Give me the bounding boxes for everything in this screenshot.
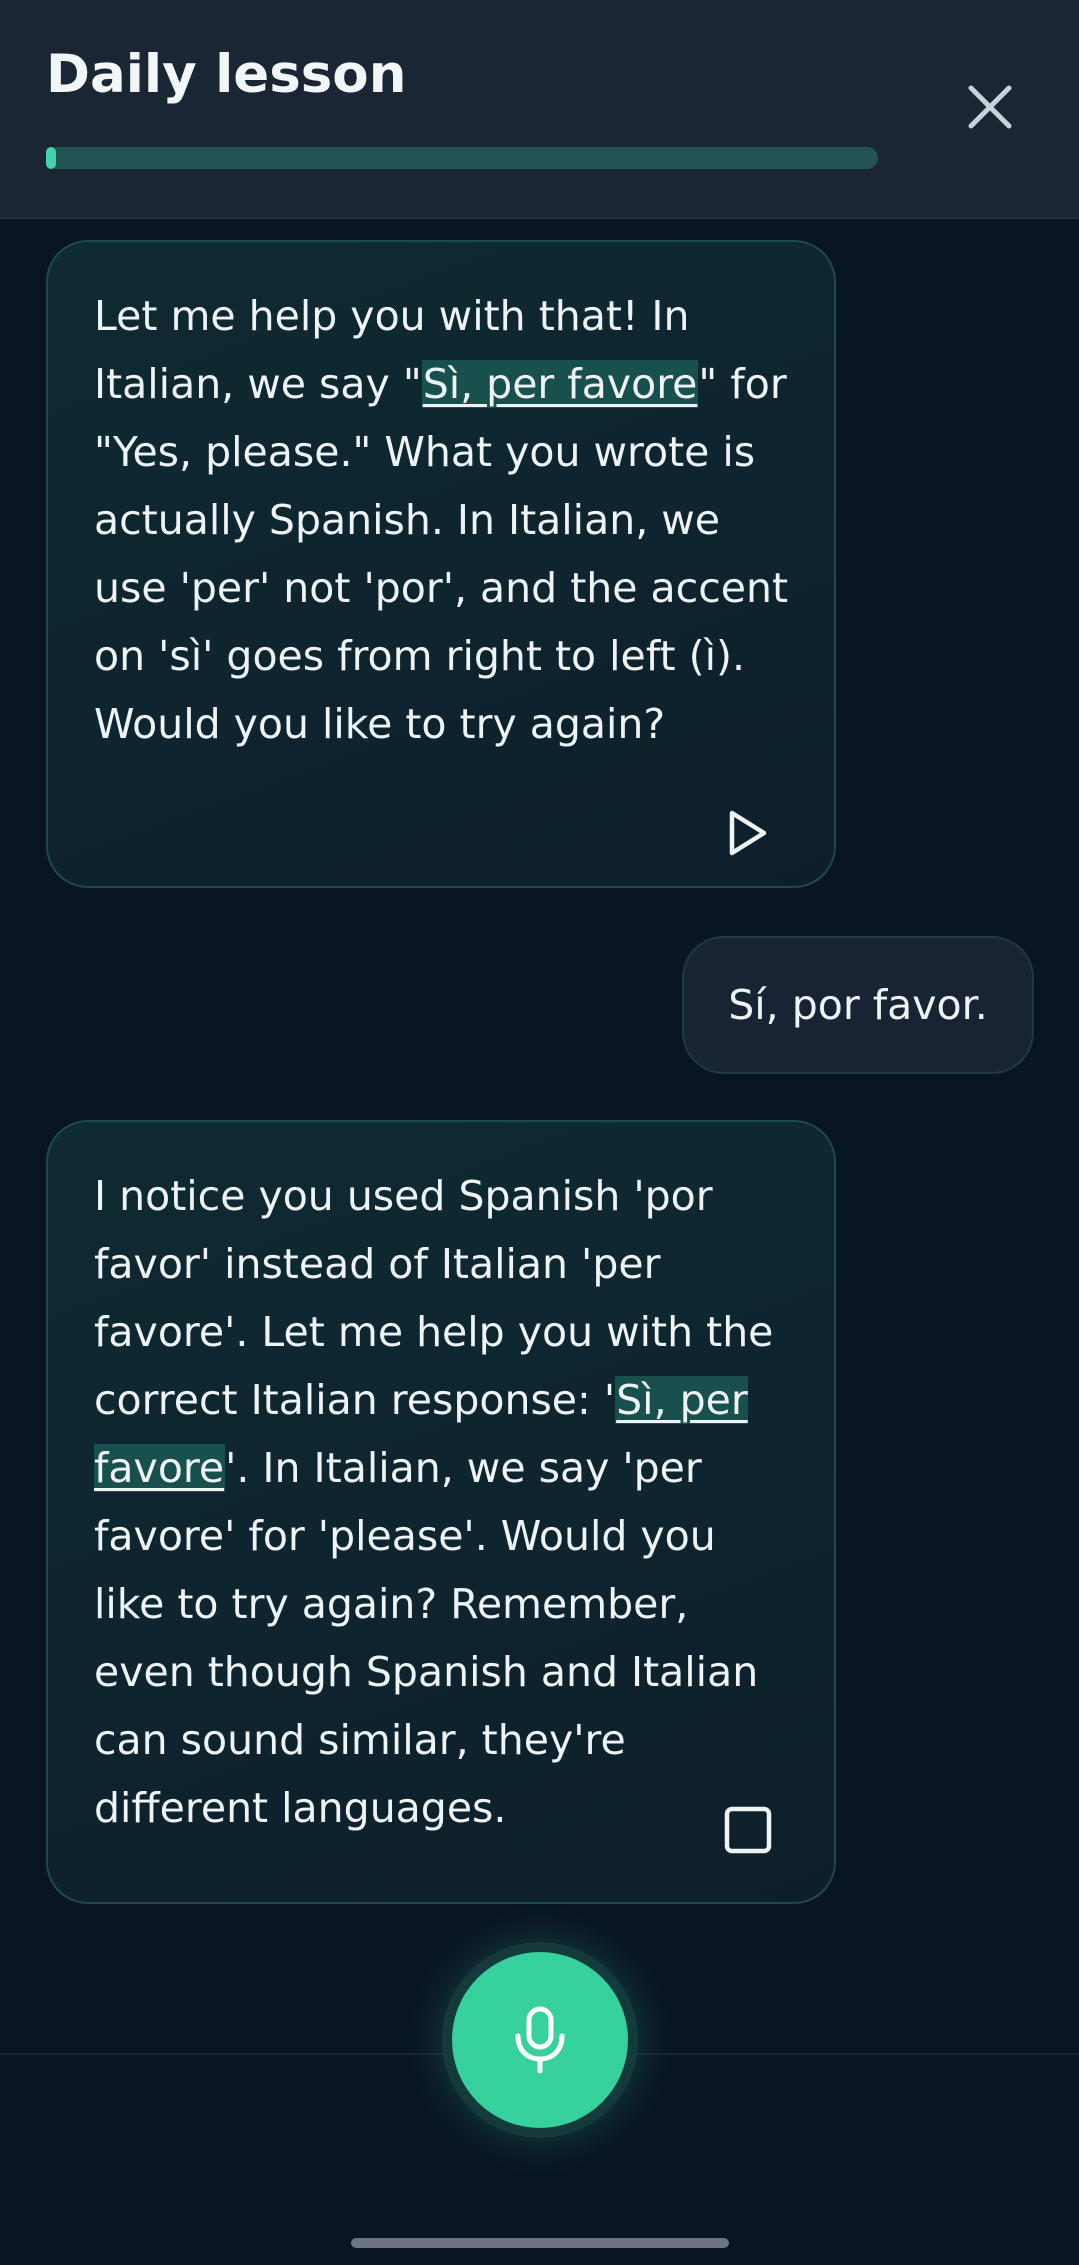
assistant-message: I notice you used Spanish 'por favor' in… xyxy=(46,1120,836,1904)
page-title: Daily lesson xyxy=(46,44,407,105)
message-text: Sí, por favor. xyxy=(728,981,988,1029)
header: Daily lesson xyxy=(0,0,1079,219)
close-button[interactable] xyxy=(955,72,1025,142)
message-text-segment: '. In Italian, we say 'per favore' for '… xyxy=(94,1444,759,1832)
lesson-progress-bar xyxy=(46,147,878,169)
play-icon xyxy=(729,810,767,856)
message-text: I notice you used Spanish 'por favor' in… xyxy=(94,1162,790,1842)
lesson-progress-fill xyxy=(46,147,56,169)
stop-icon xyxy=(724,1806,772,1854)
microphone-button[interactable] xyxy=(452,1952,628,2128)
assistant-message: Let me help you with that! In Italian, w… xyxy=(46,240,836,888)
message-text-segment: " for "Yes, please." What you wrote is a… xyxy=(94,360,789,748)
home-indicator[interactable] xyxy=(351,2238,729,2248)
stop-audio-button[interactable] xyxy=(720,1802,776,1858)
chat-thread[interactable]: Let me help you with that! In Italian, w… xyxy=(0,218,1079,2053)
microphone-icon xyxy=(515,2006,565,2074)
play-audio-button[interactable] xyxy=(720,805,776,861)
user-message: Sí, por favor. xyxy=(682,936,1034,1074)
message-text: Let me help you with that! In Italian, w… xyxy=(94,282,790,758)
close-icon xyxy=(968,85,1012,129)
phrase-link[interactable]: Sì, per favore xyxy=(421,360,699,408)
